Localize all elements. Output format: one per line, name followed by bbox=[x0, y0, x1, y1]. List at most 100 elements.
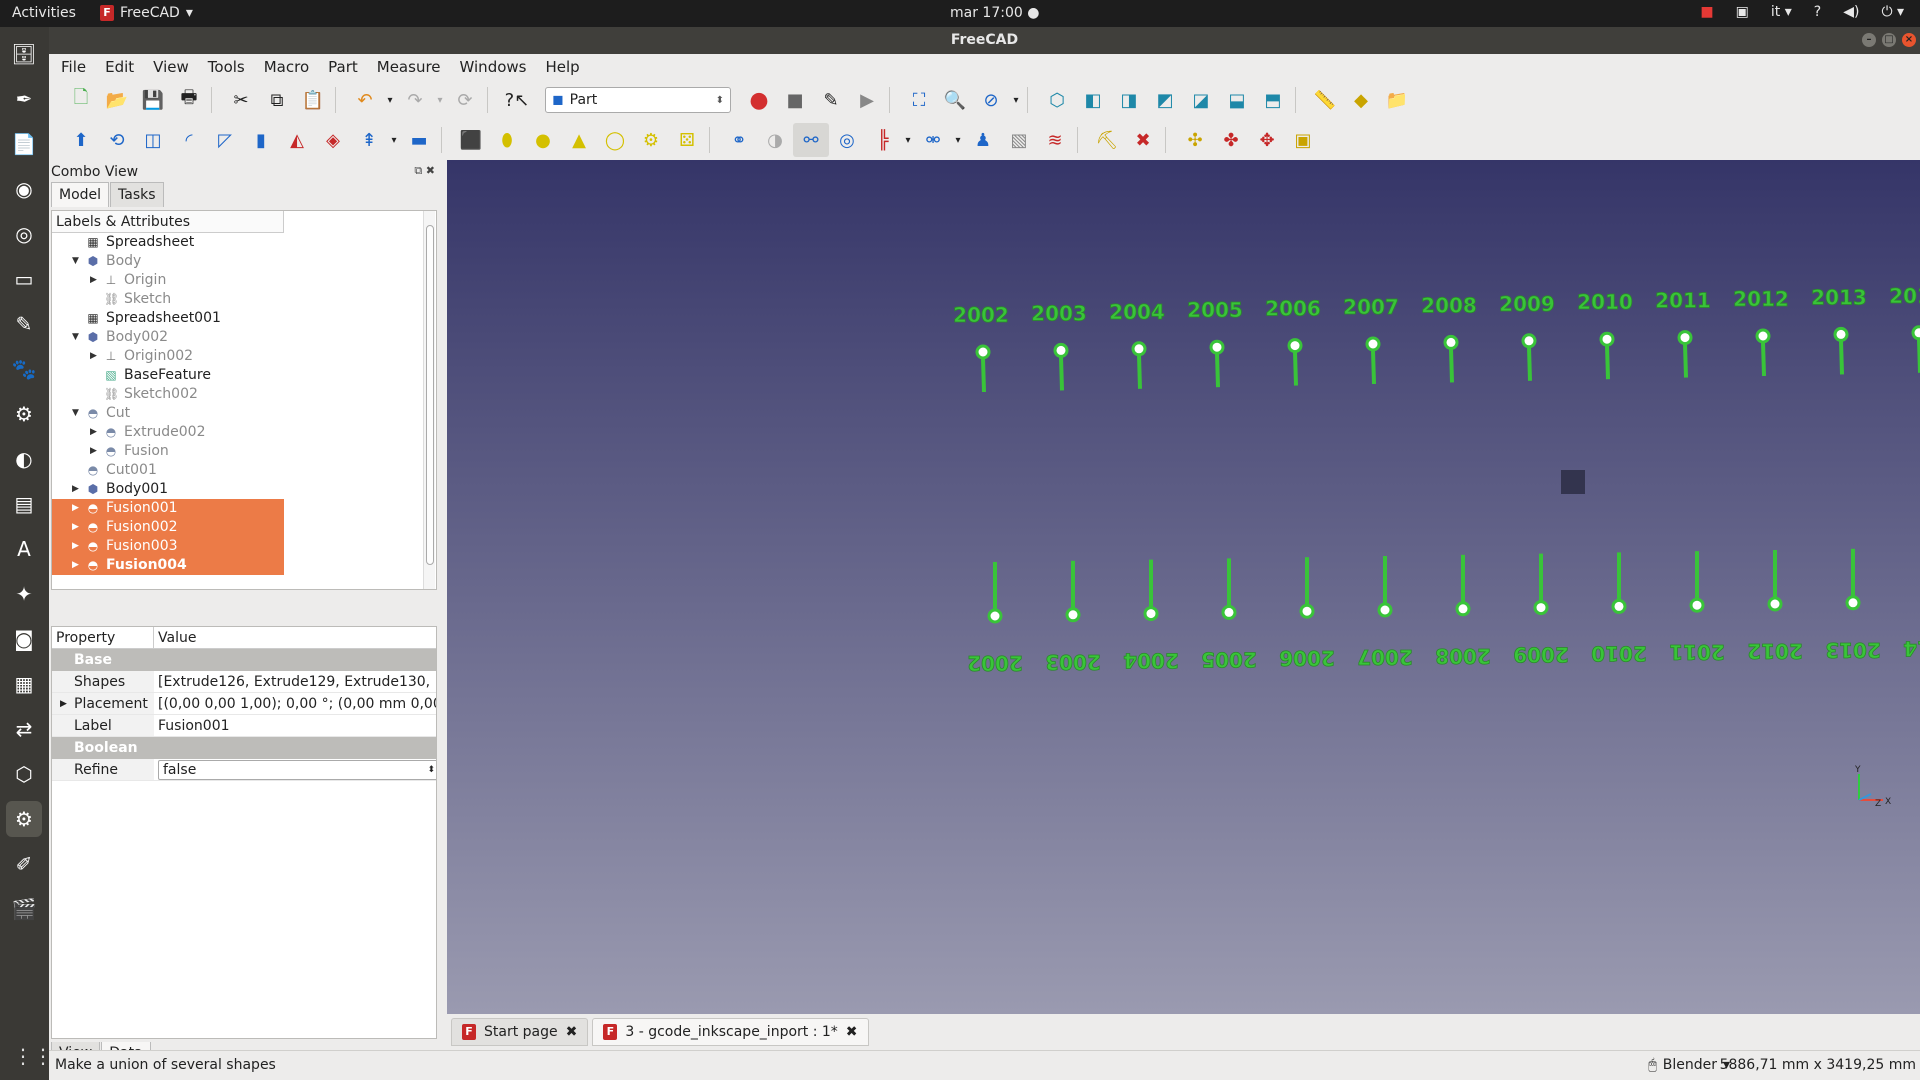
chamfer-icon[interactable]: ◸ bbox=[207, 123, 243, 157]
tree-scrollbar-thumb[interactable] bbox=[426, 225, 434, 565]
collapse-arrow-icon[interactable]: ▼ bbox=[72, 252, 79, 271]
tree-item[interactable]: ▶ ◓ Fusion001 bbox=[52, 499, 284, 518]
isometric-view-icon[interactable]: ⬡ bbox=[1039, 83, 1075, 117]
inkscape-icon[interactable]: ✒ bbox=[6, 81, 42, 117]
pin-stem[interactable] bbox=[1137, 354, 1142, 389]
measure-refresh-icon[interactable]: ✥ bbox=[1249, 123, 1285, 157]
make-face-icon[interactable]: ▮ bbox=[243, 123, 279, 157]
chromium-icon[interactable]: ◉ bbox=[6, 171, 42, 207]
year-label-bottom[interactable]: 2006 bbox=[1279, 646, 1335, 671]
menu-windows[interactable]: Windows bbox=[460, 58, 527, 76]
property-value[interactable]: [Extrude126, Extrude129, Extrude130, ... bbox=[154, 671, 436, 692]
expand-arrow-icon[interactable]: ▶ bbox=[72, 480, 79, 499]
pin-head[interactable] bbox=[1611, 598, 1627, 614]
media-icon[interactable]: ▦ bbox=[6, 666, 42, 702]
volume-icon[interactable]: ◀) bbox=[1843, 4, 1859, 20]
year-label-bottom[interactable]: 2009 bbox=[1513, 642, 1569, 667]
property-row-refine[interactable]: Refine false ⬍ bbox=[52, 759, 436, 781]
zoom-selection-icon[interactable]: 🔍 bbox=[937, 83, 973, 117]
year-label-top[interactable]: 2005 bbox=[1187, 298, 1243, 323]
pin-head[interactable] bbox=[1143, 606, 1159, 622]
loft-icon[interactable]: ◈ bbox=[315, 123, 351, 157]
collapse-arrow-icon[interactable]: ▼ bbox=[72, 328, 79, 347]
whats-this-icon[interactable]: ?↖ bbox=[499, 83, 535, 117]
terminal-icon[interactable]: ▭ bbox=[6, 261, 42, 297]
year-label-bottom[interactable]: 2008 bbox=[1435, 643, 1491, 668]
year-label-top[interactable]: 2009 bbox=[1499, 291, 1555, 316]
settings-tool-icon[interactable]: ✦ bbox=[6, 576, 42, 612]
year-label-bottom[interactable]: 2010 bbox=[1591, 641, 1647, 666]
property-row-label[interactable]: Label Fusion001 bbox=[52, 715, 436, 737]
pin-head[interactable] bbox=[1455, 601, 1471, 617]
save-icon[interactable]: 💾 bbox=[135, 83, 171, 117]
clock[interactable]: mar 17:00 ● bbox=[950, 5, 1039, 21]
virtualbox-icon[interactable]: ⬡ bbox=[6, 756, 42, 792]
collapse-arrow-icon[interactable]: ▼ bbox=[72, 404, 79, 423]
year-label-top[interactable]: 2006 bbox=[1265, 296, 1321, 321]
pin-head[interactable] bbox=[1365, 336, 1381, 352]
refresh-icon[interactable]: ⟳ bbox=[447, 83, 483, 117]
union-icon[interactable]: ⚯ bbox=[793, 123, 829, 157]
expand-arrow-icon[interactable]: ▶ bbox=[90, 347, 97, 366]
measure-toggle-icon[interactable]: ▣ bbox=[1285, 123, 1321, 157]
fit-all-icon[interactable]: ⛶ bbox=[901, 83, 937, 117]
pin-stem[interactable] bbox=[1371, 349, 1376, 385]
arrows-icon[interactable]: ⇄ bbox=[6, 711, 42, 747]
pin-stem[interactable] bbox=[1839, 340, 1844, 375]
close-tab-icon[interactable]: ✖ bbox=[566, 1024, 578, 1040]
pin-head[interactable] bbox=[1443, 334, 1459, 350]
compound-icon[interactable]: ♟ bbox=[965, 123, 1001, 157]
extrude-icon[interactable]: ⬆ bbox=[63, 123, 99, 157]
measure-distance-icon[interactable]: 📏 bbox=[1307, 83, 1343, 117]
firefox-icon[interactable]: ◎ bbox=[6, 216, 42, 252]
print-icon[interactable]: 🖶 bbox=[171, 83, 207, 117]
pin-head[interactable] bbox=[1677, 330, 1693, 346]
close-tab-icon[interactable]: ✖ bbox=[846, 1024, 858, 1040]
gimp-icon[interactable]: 🐾 bbox=[6, 351, 42, 387]
cube-icon[interactable]: ⬛ bbox=[453, 123, 489, 157]
tree-item[interactable]: ▶ ⊥ Origin bbox=[52, 271, 284, 290]
pin-stem[interactable] bbox=[981, 357, 986, 393]
tree-item[interactable]: ▧ BaseFeature bbox=[52, 366, 284, 385]
menu-file[interactable]: File bbox=[61, 58, 86, 76]
menu-part[interactable]: Part bbox=[328, 58, 358, 76]
new-file-icon[interactable]: 🗋 bbox=[63, 83, 99, 117]
expand-arrow-icon[interactable]: ▶ bbox=[90, 442, 97, 461]
property-row-shapes[interactable]: Shapes [Extrude126, Extrude129, Extrude1… bbox=[52, 671, 436, 693]
expand-arrow-icon[interactable]: ▶ bbox=[90, 423, 97, 442]
help-icon[interactable]: ? bbox=[1814, 4, 1821, 20]
menu-tools[interactable]: Tools bbox=[208, 58, 245, 76]
pin-head[interactable] bbox=[1221, 604, 1237, 620]
pin-head[interactable] bbox=[1053, 342, 1069, 358]
tree-item[interactable]: ◓ Cut001 bbox=[52, 461, 284, 480]
redo-icon[interactable]: ↷ bbox=[397, 83, 433, 117]
top-view-icon[interactable]: ◨ bbox=[1111, 83, 1147, 117]
year-label-top[interactable]: 2002 bbox=[953, 303, 1009, 328]
pin-head[interactable] bbox=[1065, 607, 1081, 623]
mirror-icon[interactable]: ◫ bbox=[135, 123, 171, 157]
power-icon[interactable]: ⏻ ▾ bbox=[1881, 4, 1904, 20]
year-label-top[interactable]: 2011 bbox=[1655, 288, 1711, 313]
tree-item[interactable]: ▦ Spreadsheet001 bbox=[52, 309, 284, 328]
year-label-top[interactable]: 2003 bbox=[1031, 301, 1087, 326]
close-button[interactable]: × bbox=[1902, 33, 1916, 47]
scene-object-square[interactable] bbox=[1561, 470, 1585, 494]
year-label-top[interactable]: 2004 bbox=[1109, 299, 1165, 324]
year-label-top[interactable]: 2014 bbox=[1889, 283, 1920, 308]
activities-button[interactable]: Activities bbox=[12, 5, 76, 21]
tree-item[interactable]: ▶ ◓ Fusion003 bbox=[52, 537, 284, 556]
edit-macro-icon[interactable]: ✎ bbox=[813, 83, 849, 117]
tab-model[interactable]: Model bbox=[51, 182, 110, 207]
pin-stem[interactable] bbox=[1761, 341, 1766, 377]
workbench-selector[interactable]: ◼ Part ⬍ bbox=[545, 87, 731, 113]
cone-icon[interactable]: ▲ bbox=[561, 123, 597, 157]
pin-head[interactable] bbox=[975, 344, 991, 360]
year-label-bottom[interactable]: 2004 bbox=[1123, 648, 1179, 673]
pin-head[interactable] bbox=[1833, 326, 1849, 342]
pin-head[interactable] bbox=[1767, 596, 1783, 612]
stop-macro-icon[interactable]: ■ bbox=[777, 83, 813, 117]
writer-icon[interactable]: 📄 bbox=[6, 126, 42, 162]
pin-head[interactable] bbox=[1287, 338, 1303, 354]
navigation-style-selector[interactable]: 🖱 Blender ▾ bbox=[1648, 1057, 1730, 1073]
refine-select[interactable]: false ⬍ bbox=[158, 760, 436, 780]
